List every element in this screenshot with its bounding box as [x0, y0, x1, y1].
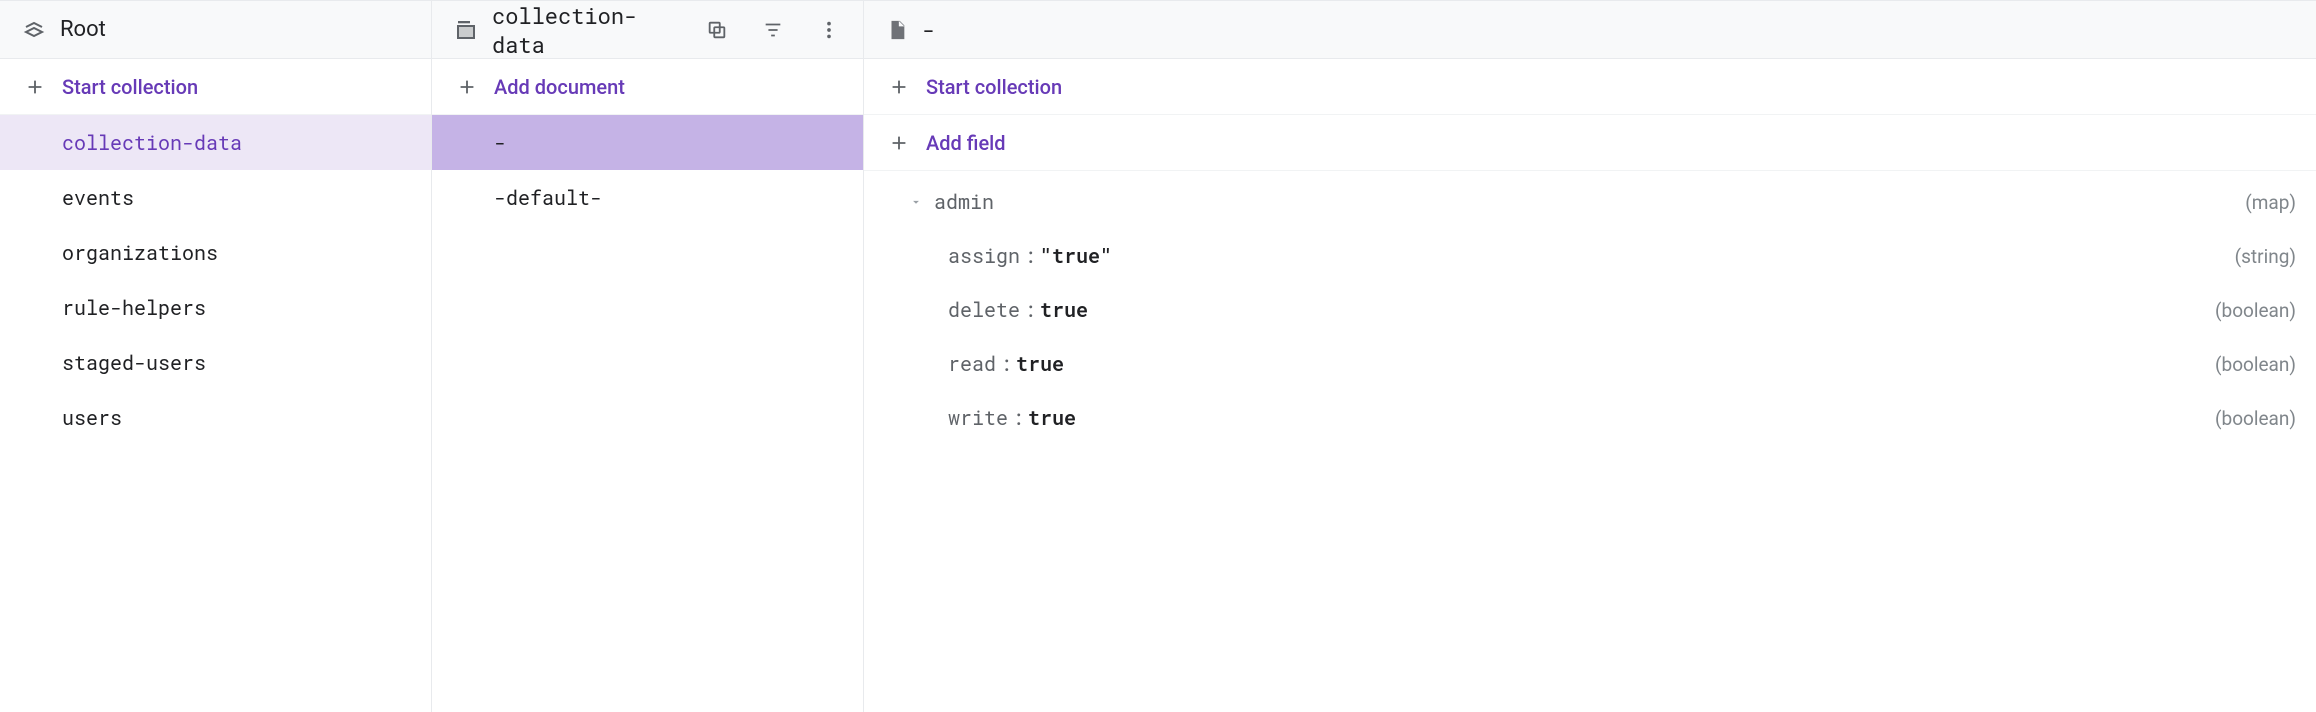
start-collection-button[interactable]: Start collection [0, 59, 431, 115]
collection-item[interactable]: organizations [0, 225, 431, 280]
field-row[interactable]: write:true(boolean) [864, 391, 2316, 445]
document-item[interactable]: -default- [432, 170, 863, 225]
plus-icon [24, 76, 46, 98]
field-value: true [1016, 351, 1064, 377]
column-collection: collection-data Add document --default- [432, 1, 864, 712]
add-document-button[interactable]: Add document [432, 59, 863, 115]
document-icon [886, 19, 908, 41]
chevron-down-icon[interactable] [884, 195, 928, 209]
doc-start-collection-label: Start collection [926, 75, 1062, 99]
start-collection-label: Start collection [62, 75, 198, 99]
field-value: true [1028, 405, 1076, 431]
field-type: (string) [2235, 245, 2296, 268]
home-icon [22, 18, 46, 42]
column-collection-header: collection-data [432, 1, 863, 59]
collection-title[interactable]: collection-data [454, 1, 683, 59]
collection-icon [454, 18, 478, 42]
collection-list: collection-dataeventsorganizationsrule-h… [0, 115, 431, 712]
field-value: true [1040, 297, 1088, 323]
column-document-header: - [864, 1, 2316, 59]
field-row[interactable]: assign:true(string) [864, 229, 2316, 283]
field-row[interactable]: delete:true(boolean) [864, 283, 2316, 337]
collection-item[interactable]: rule-helpers [0, 280, 431, 335]
document-title-text: - [922, 15, 935, 44]
document-item[interactable]: - [432, 115, 863, 170]
column-root: Root Start collection collection-dataeve… [0, 1, 432, 712]
copy-path-button[interactable] [695, 8, 739, 52]
field-type: (boolean) [2215, 353, 2296, 376]
overflow-menu-button[interactable] [807, 8, 851, 52]
plus-icon [456, 76, 478, 98]
field-key: write [948, 405, 1008, 431]
doc-start-collection-button[interactable]: Start collection [864, 59, 2316, 115]
collection-title-text: collection-data [492, 1, 683, 59]
column-root-header: Root [0, 1, 431, 59]
field-type: (boolean) [2215, 299, 2296, 322]
field-type: (map) [2245, 191, 2296, 214]
plus-icon [888, 132, 910, 154]
field-key: delete [948, 297, 1020, 323]
document-list: --default- [432, 115, 863, 712]
collection-item[interactable]: staged-users [0, 335, 431, 390]
document-title[interactable]: - [886, 15, 2304, 44]
root-title-text: Root [60, 17, 106, 42]
field-key: read [948, 351, 996, 377]
field-list: admin(map)assign:true(string)delete:true… [864, 171, 2316, 712]
field-key: admin [928, 189, 994, 215]
field-key: assign [948, 243, 1020, 269]
root-title[interactable]: Root [22, 17, 419, 42]
field-type: (boolean) [2215, 407, 2296, 430]
add-field-button[interactable]: Add field [864, 115, 2316, 171]
plus-icon [888, 76, 910, 98]
collection-item[interactable]: users [0, 390, 431, 445]
field-value: true [1040, 243, 1112, 269]
collection-item[interactable]: events [0, 170, 431, 225]
add-document-label: Add document [494, 75, 625, 99]
firestore-data-viewer: Root Start collection collection-dataeve… [0, 0, 2316, 712]
add-field-label: Add field [926, 131, 1006, 155]
column-document: - Start collection Add field admin(map)a… [864, 1, 2316, 712]
filter-button[interactable] [751, 8, 795, 52]
field-row[interactable]: read:true(boolean) [864, 337, 2316, 391]
field-row[interactable]: admin (map) [864, 175, 2316, 229]
collection-item[interactable]: collection-data [0, 115, 431, 170]
